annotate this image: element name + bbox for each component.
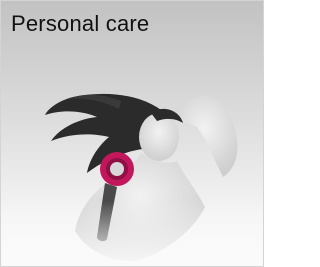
hero-image <box>1 93 263 266</box>
tile-title: Personal care <box>11 11 150 36</box>
category-tile-personal-care[interactable]: Personal care <box>0 0 264 267</box>
